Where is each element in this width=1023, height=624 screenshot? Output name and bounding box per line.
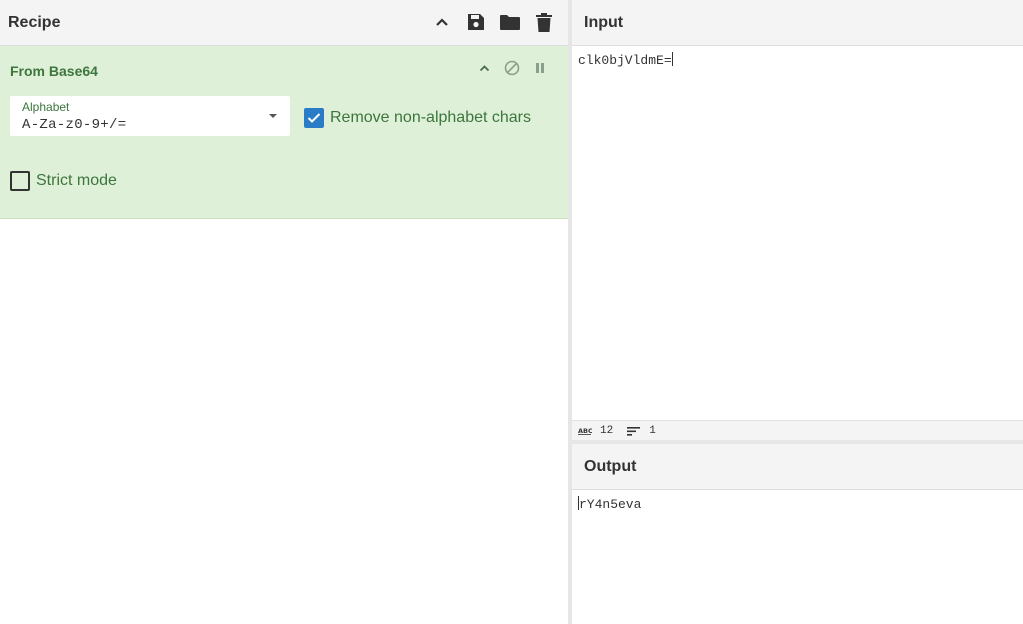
operation-title: From Base64 xyxy=(10,63,98,79)
output-pane: Output rY4n5eva xyxy=(572,444,1023,624)
recipe-header: Recipe xyxy=(0,0,568,46)
strict-mode-checkbox[interactable]: Strict mode xyxy=(10,171,117,191)
folder-icon[interactable] xyxy=(500,11,520,33)
lines-icon xyxy=(627,426,641,436)
input-text: clk0bjVldmE= xyxy=(578,53,672,68)
cyberchef-app: Recipe From Base64 Alphabet A-Za-z0-9+/=… xyxy=(0,0,1023,624)
abc-length-icon: ABC xyxy=(578,427,592,435)
trash-icon[interactable] xyxy=(534,11,554,33)
alphabet-select[interactable]: Alphabet A-Za-z0-9+/= xyxy=(10,96,290,136)
chevron-up-icon[interactable] xyxy=(432,11,452,33)
output-text: rY4n5eva xyxy=(579,497,642,512)
alphabet-value: A-Za-z0-9+/= xyxy=(22,117,127,133)
chevron-up-icon[interactable] xyxy=(476,60,492,76)
input-pane: Input clk0bjVldmE= xyxy=(572,0,1023,420)
length-value: 12 xyxy=(600,424,614,437)
input-status-bar: ABC 12 1 xyxy=(572,420,1023,440)
recipe-pane: Recipe From Base64 Alphabet A-Za-z0-9+/=… xyxy=(0,0,568,624)
operation-from-base64[interactable]: From Base64 Alphabet A-Za-z0-9+/= Remove… xyxy=(0,46,568,219)
output-textarea[interactable]: rY4n5eva xyxy=(572,490,1023,518)
disable-icon[interactable] xyxy=(504,60,520,76)
operation-icons xyxy=(476,60,548,76)
save-icon[interactable] xyxy=(466,11,486,33)
svg-text:ABC: ABC xyxy=(578,427,592,435)
recipe-title: Recipe xyxy=(8,13,61,31)
recipe-header-icons xyxy=(432,11,554,33)
checkbox-unchecked-icon[interactable] xyxy=(10,171,30,191)
strict-mode-label: Strict mode xyxy=(36,172,117,189)
input-header: Input xyxy=(572,0,1023,46)
dropdown-caret-icon xyxy=(269,114,277,118)
lines-stat: 1 xyxy=(627,425,656,437)
lines-value: 1 xyxy=(649,424,656,437)
remove-non-alphabet-label: Remove non-alphabet chars xyxy=(330,109,532,126)
alphabet-label: Alphabet xyxy=(22,100,70,114)
text-cursor xyxy=(671,52,673,66)
output-title: Output xyxy=(584,457,637,475)
input-title: Input xyxy=(584,13,624,31)
pause-icon[interactable] xyxy=(532,60,548,76)
input-textarea[interactable]: clk0bjVldmE= xyxy=(572,46,1023,74)
checkbox-checked-icon[interactable] xyxy=(304,108,324,128)
length-stat: ABC 12 xyxy=(578,425,613,437)
output-header: Output xyxy=(572,444,1023,490)
remove-non-alphabet-checkbox[interactable]: Remove non-alphabet chars xyxy=(304,108,531,128)
